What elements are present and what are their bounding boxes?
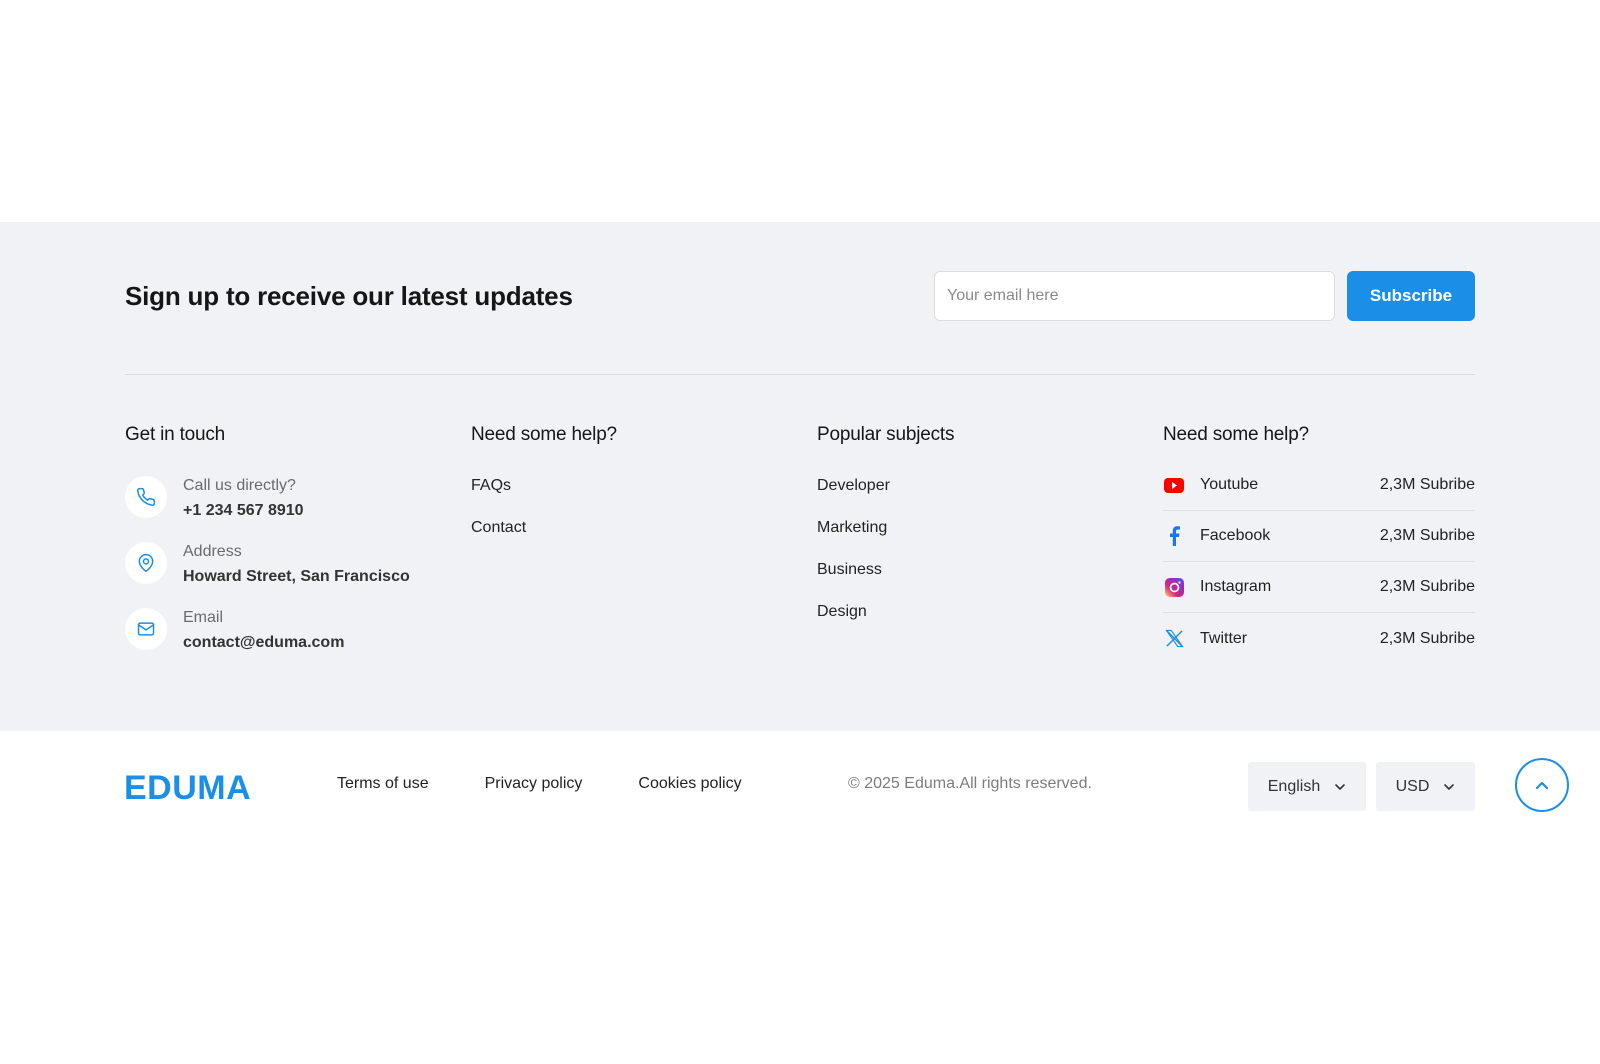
- social-row-twitter[interactable]: Twitter 2,3M Subribe: [1163, 613, 1475, 664]
- help-heading: Need some help?: [471, 424, 617, 445]
- instagram-icon: [1163, 576, 1185, 598]
- contact-address-value: Howard Street, San Francisco: [183, 568, 410, 585]
- help-link-faqs[interactable]: FAQs: [471, 474, 817, 497]
- contact-heading: Get in touch: [125, 424, 226, 445]
- subject-link-developer[interactable]: Developer: [817, 474, 1163, 497]
- subscribe-button[interactable]: Subscribe: [1347, 271, 1475, 321]
- contact-address-label: Address: [183, 543, 242, 560]
- social-count-youtube: 2,3M Subribe: [1379, 476, 1475, 493]
- footer-columns: Get in touch Call us directly? +1 234 56…: [125, 424, 1475, 672]
- youtube-icon: [1163, 474, 1185, 496]
- social-count-twitter: 2,3M Subribe: [1379, 629, 1475, 647]
- contact-email-value[interactable]: contact@eduma.com: [183, 631, 344, 655]
- currency-select[interactable]: USD: [1376, 762, 1475, 811]
- terms-of-use-link[interactable]: Terms of use: [337, 775, 429, 793]
- footer-main: Sign up to receive our latest updates Su…: [0, 222, 1600, 731]
- cookies-policy-link[interactable]: Cookies policy: [638, 775, 741, 793]
- contact-phone-label: Call us directly?: [183, 477, 296, 494]
- social-row-instagram[interactable]: Instagram 2,3M Subribe: [1163, 562, 1475, 613]
- page-top-blank: [0, 0, 1600, 222]
- newsletter-section: Sign up to receive our latest updates Su…: [125, 271, 1475, 321]
- social-name-youtube: Youtube: [1200, 476, 1259, 493]
- social-row-youtube[interactable]: Youtube 2,3M Subribe: [1163, 460, 1475, 511]
- currency-value: USD: [1395, 777, 1430, 795]
- email-input[interactable]: [934, 271, 1335, 321]
- legal-links: Terms of use Privacy policy Cookies poli…: [337, 775, 742, 793]
- facebook-icon: [1163, 525, 1185, 547]
- chevron-up-icon: [1535, 781, 1549, 790]
- contact-email-label: Email: [183, 609, 224, 626]
- contact-email: Email contact@eduma.com: [125, 606, 471, 655]
- social-count-instagram: 2,3M Subribe: [1379, 578, 1475, 595]
- copyright-text: © 2025 Eduma.All rights reserved.: [848, 775, 1092, 792]
- language-select[interactable]: English: [1248, 762, 1366, 811]
- privacy-policy-link[interactable]: Privacy policy: [485, 775, 583, 793]
- footer-divider: [125, 374, 1475, 375]
- contact-address: Address Howard Street, San Francisco: [125, 540, 471, 589]
- social-row-facebook[interactable]: Facebook 2,3M Subribe: [1163, 511, 1475, 562]
- subjects-heading: Popular subjects: [817, 424, 955, 445]
- mail-icon: [125, 608, 167, 650]
- social-name-facebook: Facebook: [1200, 527, 1271, 544]
- help-column: Need some help? FAQs Contact: [471, 424, 817, 672]
- social-name-twitter: Twitter: [1200, 629, 1248, 647]
- language-value: English: [1267, 777, 1321, 795]
- footer-bottom-bar: EDUMA Terms of use Privacy policy Cookie…: [0, 731, 1600, 841]
- back-to-top-button[interactable]: [1515, 758, 1569, 812]
- subject-link-marketing[interactable]: Marketing: [817, 516, 1163, 539]
- subject-link-business[interactable]: Business: [817, 558, 1163, 581]
- social-heading: Need some help?: [1163, 424, 1309, 445]
- social-count-facebook: 2,3M Subribe: [1379, 527, 1475, 544]
- help-link-contact[interactable]: Contact: [471, 516, 817, 539]
- contact-phone-value[interactable]: +1 234 567 8910: [183, 499, 304, 523]
- twitter-x-icon: [1163, 628, 1185, 650]
- chevron-down-icon: [1335, 783, 1346, 790]
- contact-phone: Call us directly? +1 234 567 8910: [125, 474, 471, 523]
- newsletter-form: Subscribe: [934, 271, 1475, 321]
- chevron-down-icon: [1444, 783, 1455, 790]
- location-pin-icon: [125, 542, 167, 584]
- social-column: Need some help? Youtube 2,3M Subribe Fac…: [1163, 424, 1475, 672]
- subjects-column: Popular subjects Developer Marketing Bus…: [817, 424, 1163, 672]
- newsletter-heading: Sign up to receive our latest updates: [125, 280, 573, 311]
- subject-link-design[interactable]: Design: [817, 600, 1163, 623]
- contact-column: Get in touch Call us directly? +1 234 56…: [125, 424, 471, 672]
- eduma-logo[interactable]: EDUMA: [124, 769, 251, 808]
- social-name-instagram: Instagram: [1200, 578, 1272, 595]
- phone-icon: [125, 476, 167, 518]
